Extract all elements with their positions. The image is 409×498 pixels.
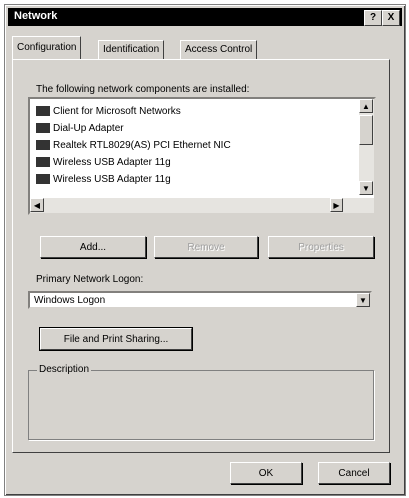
window-title: Network (14, 10, 58, 22)
tab-identification[interactable]: Identification (98, 40, 165, 59)
scroll-left-icon[interactable]: ◀ (30, 198, 44, 212)
chevron-down-icon[interactable]: ▼ (356, 293, 370, 307)
primary-logon-value: Windows Logon (34, 295, 106, 306)
adapter-icon (36, 174, 50, 185)
list-item[interactable]: Realtek RTL8029(AS) PCI Ethernet NIC (36, 140, 231, 155)
adapter-icon (36, 123, 50, 134)
scroll-up-icon[interactable]: ▲ (359, 99, 373, 113)
description-legend: Description (37, 364, 92, 375)
components-heading: The following network components are ins… (36, 84, 250, 95)
list-item[interactable]: Wireless USB Adapter 11g (36, 157, 171, 172)
ok-button[interactable]: OK (230, 462, 302, 484)
list-item[interactable]: Client for Microsoft Networks (36, 106, 181, 121)
description-group: Description (28, 364, 374, 440)
adapter-icon (36, 157, 50, 168)
file-and-print-sharing-button[interactable]: File and Print Sharing... (39, 327, 193, 351)
remove-button[interactable]: Remove (154, 236, 258, 258)
adapter-icon (36, 140, 50, 151)
list-item[interactable]: Wireless USB Adapter 11g (36, 174, 171, 189)
close-button[interactable]: X (382, 10, 400, 26)
cancel-button[interactable]: Cancel (318, 462, 390, 484)
vertical-scrollbar[interactable]: ▲ ▼ (359, 99, 374, 195)
scroll-right-icon[interactable]: ▶ (330, 198, 343, 212)
title-bar: Network ? X (8, 8, 402, 26)
primary-logon-label: Primary Network Logon: (36, 274, 144, 285)
properties-button[interactable]: Properties (268, 236, 374, 258)
tab-access-control[interactable]: Access Control (180, 40, 258, 59)
client-icon (36, 106, 50, 117)
scroll-thumb[interactable] (359, 115, 373, 145)
horizontal-scrollbar[interactable]: ◀ ▶ (30, 198, 374, 213)
components-list[interactable]: Client for Microsoft Networks Dial-Up Ad… (28, 97, 376, 215)
add-button[interactable]: Add... (40, 236, 146, 258)
scroll-down-icon[interactable]: ▼ (359, 181, 373, 195)
tab-configuration[interactable]: Configuration (12, 36, 82, 59)
help-button[interactable]: ? (364, 10, 382, 26)
primary-logon-select[interactable]: Windows Logon ▼ (28, 291, 372, 309)
list-item[interactable]: Dial-Up Adapter (36, 123, 124, 138)
